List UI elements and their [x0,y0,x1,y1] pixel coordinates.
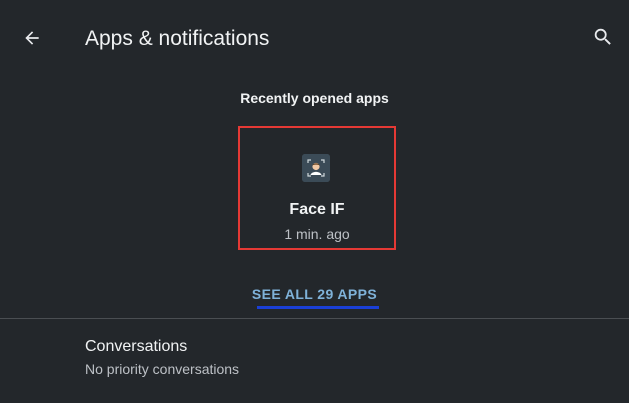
search-button[interactable] [588,22,618,52]
see-all-apps-link[interactable]: SEE ALL 29 APPS [0,286,629,304]
toolbar: Apps & notifications [0,0,629,78]
settings-screen: Apps & notifications Recently opened app… [0,0,629,403]
app-last-opened: 1 min. ago [284,226,350,242]
face-app-icon [302,154,330,182]
back-button[interactable] [16,22,48,54]
recent-app-face-if[interactable]: Face IF 1 min. ago [238,126,396,250]
conversations-subtitle: No priority conversations [85,361,240,377]
page-title: Apps & notifications [85,27,270,50]
search-icon [594,28,611,45]
arrow-back-icon [25,31,39,45]
app-name: Face IF [289,201,345,218]
conversations-title: Conversations [85,338,188,355]
recently-opened-header: Recently opened apps [240,90,389,106]
link-underline [257,306,379,309]
conversations-item[interactable]: Conversations No priority conversations [0,319,629,403]
see-all-apps-label: SEE ALL 29 APPS [251,286,378,302]
